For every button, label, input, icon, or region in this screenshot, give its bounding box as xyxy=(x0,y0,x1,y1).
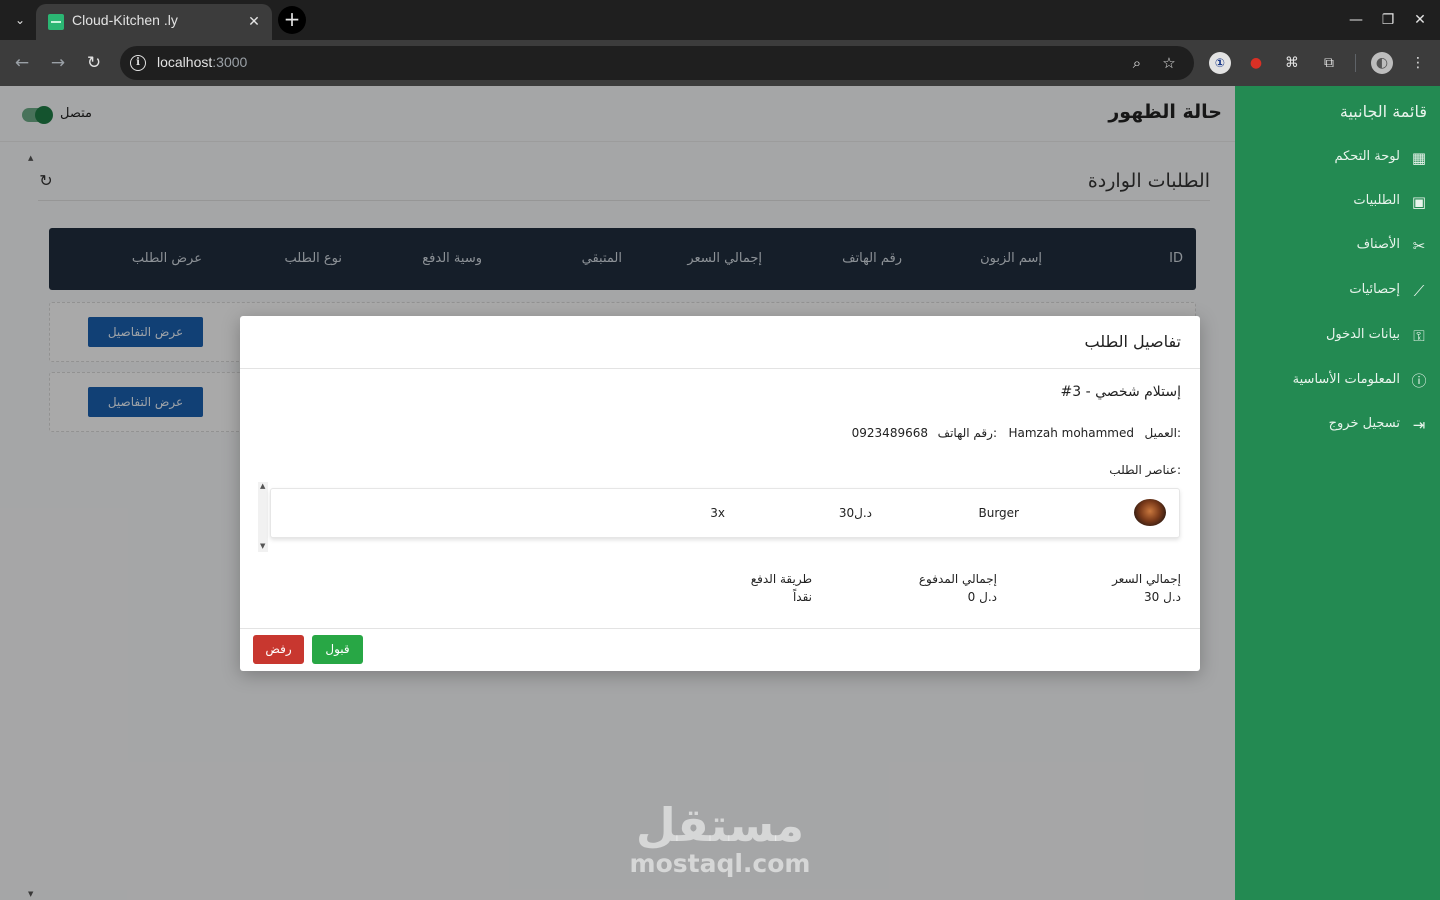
order-details-modal: تفاصيل الطلب #3 - إستلام شخصي العميل: Ha… xyxy=(240,316,1200,671)
profile-avatar-icon[interactable]: ◐ xyxy=(1371,52,1393,74)
reject-button[interactable]: رفض xyxy=(253,635,304,664)
minimize-icon[interactable]: — xyxy=(1346,10,1366,30)
sidebar-item-dashboard[interactable]: ▦ لوحة التحكم xyxy=(1238,147,1428,169)
modal-title: تفاصيل الطلب xyxy=(1084,332,1182,351)
scroll-down-arrow-icon[interactable]: ▼ xyxy=(260,542,265,550)
total-price-value: 30 د.ل xyxy=(1144,590,1181,604)
dashboard-icon: ▦ xyxy=(1411,149,1427,167)
divider xyxy=(240,628,1200,629)
customer-label: العميل: xyxy=(1144,426,1181,440)
sidebar-item-login-data[interactable]: ⚿ بيانات الدخول xyxy=(1238,325,1428,347)
zoom-icon[interactable]: ⌕ xyxy=(1127,53,1147,73)
extensions-puzzle-icon[interactable]: ⧉ xyxy=(1318,52,1340,74)
sidebar-item-label: الطلبيات xyxy=(1353,193,1400,208)
total-paid-value: 0 د.ل xyxy=(967,590,997,604)
sidebar-item-label: الأصناف xyxy=(1356,237,1400,252)
browser-tab[interactable]: Cloud-Kitchen .ly ✕ xyxy=(36,4,272,40)
url-text[interactable]: localhost:3000 xyxy=(157,54,247,70)
translate-extension-icon[interactable]: ⌘ xyxy=(1281,52,1303,74)
order-heading: #3 - إستلام شخصي xyxy=(1060,384,1182,400)
phone-label: رقم الهاتف: xyxy=(937,426,997,440)
sidebar-item-label: لوحة التحكم xyxy=(1334,149,1400,164)
item-quantity: 3x xyxy=(710,506,725,520)
site-info-icon[interactable]: i xyxy=(130,55,146,71)
sidebar-item-statistics[interactable]: ⟋ إحصائيات xyxy=(1238,280,1428,302)
sidebar-item-categories[interactable]: ✂ الأصناف xyxy=(1238,235,1428,257)
site-favicon-icon xyxy=(48,14,64,30)
tab-close-icon[interactable]: ✕ xyxy=(244,12,264,32)
item-name: Burger xyxy=(978,506,1020,520)
toolbar-divider xyxy=(1355,54,1356,72)
tab-title: Cloud-Kitchen .ly xyxy=(72,12,178,28)
sidebar-item-label: إحصائيات xyxy=(1349,282,1400,297)
window-close-icon[interactable]: ✕ xyxy=(1410,10,1430,30)
sidebar-item-label: تسجيل خروج xyxy=(1328,416,1400,431)
browser-menu-icon[interactable]: ⋮ xyxy=(1407,52,1429,74)
back-icon[interactable]: ← xyxy=(11,52,33,74)
total-price-label: إجمالي السعر xyxy=(1112,572,1181,586)
archive-icon: ▣ xyxy=(1411,193,1427,211)
sidebar-item-basic-info[interactable]: ⓘ المعلومات الأساسية xyxy=(1238,370,1428,392)
total-price-summary: إجمالي السعر 30 د.ل xyxy=(1112,572,1181,604)
browser-tab-strip: ⌄ Cloud-Kitchen .ly ✕ + — ❐ ✕ xyxy=(0,0,1440,40)
forward-icon[interactable]: → xyxy=(47,52,69,74)
tab-search-chevron-icon[interactable]: ⌄ xyxy=(10,10,30,30)
order-items-list[interactable]: ▲ ▼ Burger 30د.ل 3x xyxy=(258,482,1182,552)
divider xyxy=(240,368,1200,369)
bookmark-star-icon[interactable]: ☆ xyxy=(1159,53,1179,73)
password-manager-extension-icon[interactable]: ① xyxy=(1209,52,1231,74)
url-host: localhost xyxy=(157,54,213,70)
url-port: :3000 xyxy=(212,54,248,70)
utensils-icon: ✂ xyxy=(1412,237,1426,255)
scroll-up-arrow-icon[interactable]: ▲ xyxy=(260,482,265,490)
info-icon: ⓘ xyxy=(1411,372,1427,390)
phone-value: 0923489668 xyxy=(851,426,928,440)
key-icon: ⚿ xyxy=(1413,327,1425,345)
total-paid-summary: إجمالي المدفوع 0 د.ل xyxy=(919,572,997,604)
burger-image xyxy=(1134,499,1166,526)
sidebar-title: قائمة الجانبية xyxy=(1339,102,1427,121)
sidebar: قائمة الجانبية ▦ لوحة التحكم ▣ الطلبيات … xyxy=(1235,86,1440,900)
payment-method-value: نقداً xyxy=(792,590,812,604)
sidebar-item-logout[interactable]: ⇥ تسجيل خروج xyxy=(1238,414,1428,436)
record-extension-icon[interactable]: ● xyxy=(1245,52,1267,74)
logout-icon: ⇥ xyxy=(1412,416,1426,434)
reload-icon[interactable]: ↻ xyxy=(83,52,105,74)
payment-method-summary: طريقة الدفع نقداً xyxy=(751,572,812,604)
accept-button[interactable]: قبول xyxy=(312,635,363,664)
total-paid-label: إجمالي المدفوع xyxy=(918,572,997,586)
sidebar-item-label: بيانات الدخول xyxy=(1325,327,1400,342)
list-item: Burger 30د.ل 3x xyxy=(270,488,1180,538)
item-price: 30د.ل xyxy=(838,506,872,520)
sidebar-item-orders[interactable]: ▣ الطلبيات xyxy=(1238,191,1428,213)
chart-icon: ⟋ xyxy=(1413,282,1425,300)
restore-icon[interactable]: ❐ xyxy=(1378,10,1398,30)
new-tab-button[interactable]: + xyxy=(278,6,306,34)
watermark-latin: mostaql.com xyxy=(629,849,811,878)
watermark-logo: مستقل mostaql.com xyxy=(620,800,820,878)
items-label: عناصر الطلب: xyxy=(1109,463,1181,477)
payment-method-label: طريقة الدفع xyxy=(750,572,812,586)
address-bar[interactable]: i localhost:3000 ⌕ ☆ xyxy=(120,46,1194,80)
sidebar-item-label: المعلومات الأساسية xyxy=(1292,372,1400,387)
customer-name: Hamzah mohammed xyxy=(1008,426,1134,440)
watermark-arabic: مستقل xyxy=(635,798,805,852)
